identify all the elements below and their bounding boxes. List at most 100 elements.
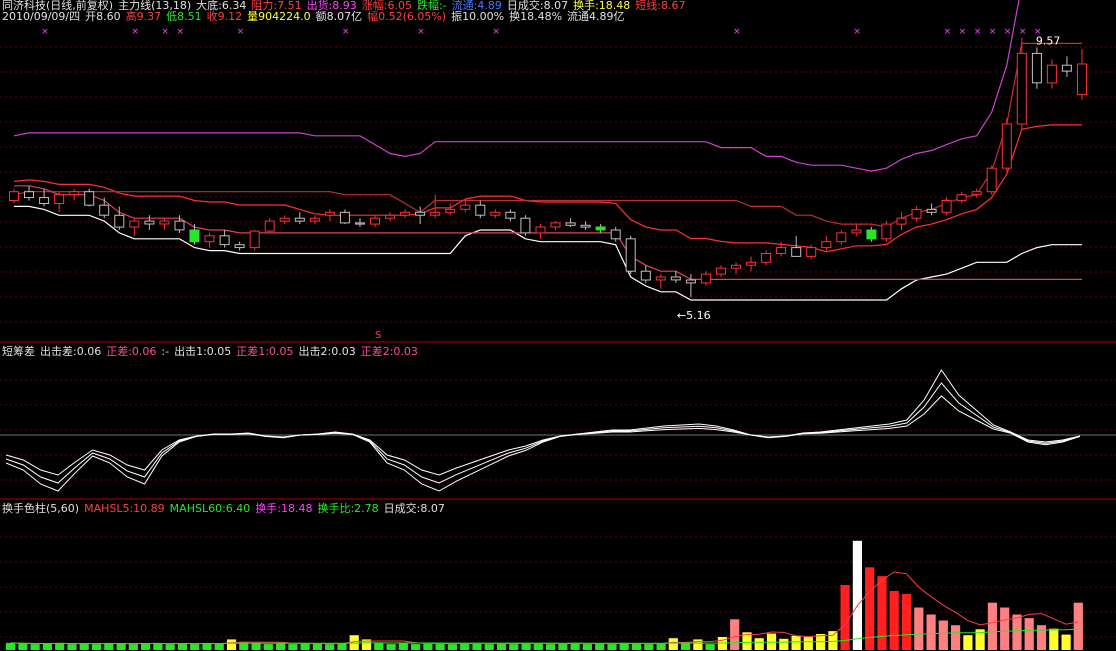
candle — [956, 191, 967, 204]
turnover-bar — [251, 642, 261, 650]
candle-body — [986, 167, 997, 193]
candle — [655, 274, 666, 289]
candle — [565, 218, 576, 228]
candle — [385, 212, 395, 222]
turnover-bar — [67, 644, 77, 650]
signal-x-marker: × — [944, 27, 952, 37]
turnover-bar — [484, 644, 494, 650]
turnover-panel — [6, 540, 1083, 650]
turnover-bar — [1024, 618, 1034, 650]
turnover-bar — [607, 644, 617, 650]
candle-body — [685, 279, 696, 284]
candle — [1031, 47, 1042, 89]
candle — [415, 206, 426, 225]
candle-body — [234, 244, 245, 249]
candle — [911, 206, 922, 222]
turnover-bar — [730, 619, 740, 650]
turnover-bar — [288, 644, 298, 650]
turnover-bar — [325, 644, 335, 650]
candle — [851, 224, 862, 236]
turnover-bar — [374, 642, 384, 650]
candle — [595, 224, 606, 233]
candle — [520, 215, 531, 236]
candle-body — [716, 267, 726, 275]
turnover-bar — [30, 644, 40, 650]
candle-body — [851, 229, 862, 234]
candle-body — [896, 217, 907, 225]
candle — [1077, 49, 1087, 100]
chip-diff-panel — [5, 369, 1081, 492]
resistance-line — [13, 42, 1082, 228]
candle — [1001, 118, 1012, 172]
candle — [400, 209, 411, 219]
candle-body — [144, 220, 155, 225]
turnover-bar — [312, 643, 322, 650]
turnover-bar — [447, 644, 457, 650]
turnover-bar — [791, 635, 801, 650]
candle — [24, 185, 34, 201]
candle — [836, 229, 847, 245]
candle — [896, 212, 907, 230]
turnover-bar — [754, 638, 764, 650]
candle — [355, 218, 365, 228]
turnover-bar — [1061, 634, 1071, 650]
candle-body — [535, 226, 546, 234]
candle-body — [1077, 63, 1087, 96]
candle-body — [731, 264, 741, 269]
candle — [84, 188, 95, 207]
candle — [1016, 37, 1027, 130]
candle-body — [881, 223, 892, 240]
candle — [445, 203, 456, 216]
turnover-bar — [263, 644, 273, 650]
candle — [926, 203, 937, 216]
candle-body — [294, 217, 305, 222]
turnover-bar — [496, 643, 507, 650]
turnover-bar — [963, 635, 973, 650]
candle — [941, 197, 952, 216]
turnover-bar — [938, 620, 948, 650]
turnover-bar — [889, 590, 899, 650]
turnover-bar — [668, 638, 678, 650]
candle — [716, 265, 726, 278]
candle-body — [941, 200, 952, 213]
candle-body — [159, 220, 170, 225]
candle — [881, 221, 892, 242]
candle — [460, 200, 471, 213]
candle — [430, 194, 441, 219]
candle-body — [370, 217, 380, 225]
candle — [1061, 56, 1072, 77]
turnover-bar — [79, 643, 89, 650]
sell-signal-marker: S — [375, 330, 381, 341]
turnover-bar — [1036, 625, 1047, 650]
candle-body — [761, 253, 772, 263]
candle-body — [415, 211, 426, 216]
turnover-bar — [595, 643, 605, 650]
candle-body — [1031, 52, 1042, 84]
candle-body — [776, 247, 787, 255]
turnover-bar — [877, 576, 887, 650]
turnover-bar — [55, 642, 65, 650]
signal-x-marker: × — [989, 27, 997, 37]
candle-body — [475, 204, 486, 216]
turnover-bar — [901, 593, 912, 650]
turnover-bar — [398, 643, 408, 650]
turnover-bar — [435, 643, 445, 650]
candle-body — [114, 214, 125, 228]
candle-body — [99, 204, 110, 216]
candle-body — [84, 191, 95, 206]
candle — [761, 250, 772, 266]
turnover-bar — [6, 642, 16, 650]
turnover-bar — [582, 644, 592, 650]
candle-body — [174, 220, 185, 231]
candle — [625, 235, 636, 275]
turnover-bar — [1012, 614, 1022, 650]
candle — [731, 262, 741, 275]
candle-body — [700, 273, 711, 284]
candle-body — [264, 220, 275, 232]
candle — [700, 271, 711, 286]
signal-x-marker: × — [733, 27, 741, 37]
bottom-line — [14, 185, 1082, 280]
signal-x-marker: × — [342, 27, 350, 37]
candle-body — [926, 208, 937, 213]
signal-x-marker: × — [417, 27, 425, 37]
